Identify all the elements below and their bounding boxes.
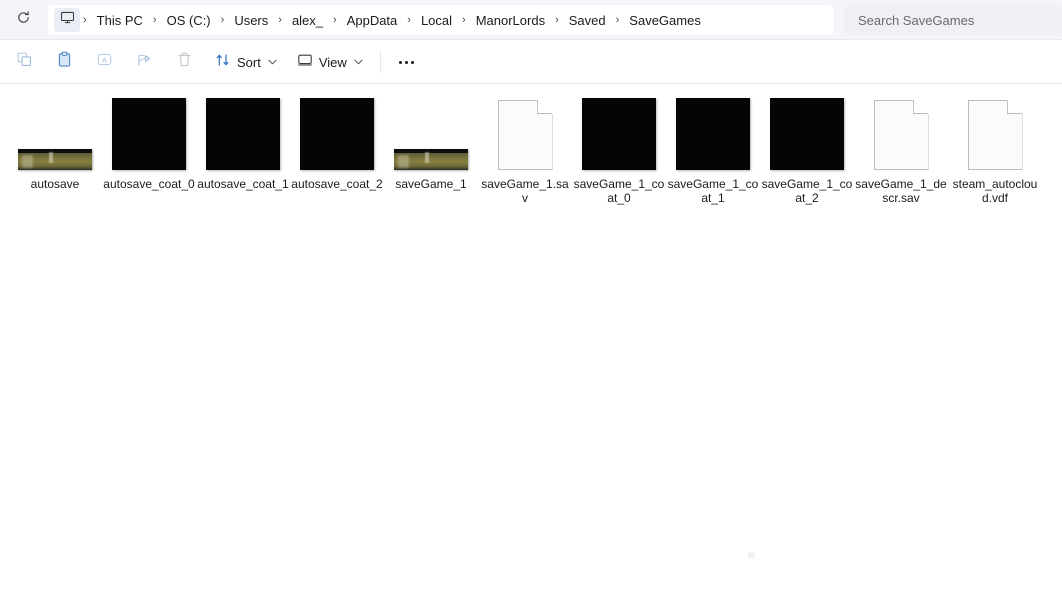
file-name-label: saveGame_1_coat_2 xyxy=(761,177,853,205)
file-name-label: autosave_coat_1 xyxy=(197,177,289,191)
share-icon xyxy=(136,51,153,73)
address-bar: › This PC › OS (C:) › Users › alex_ › Ap… xyxy=(0,0,1062,40)
search-placeholder: Search SaveGames xyxy=(858,13,974,28)
file-item[interactable]: autosave_coat_0 xyxy=(102,90,196,209)
image-thumbnail xyxy=(112,98,186,170)
view-button[interactable]: View xyxy=(288,46,372,78)
file-name-label: autosave xyxy=(9,177,101,191)
trash-icon xyxy=(176,51,193,73)
image-thumbnail xyxy=(206,98,280,170)
file-name-label: saveGame_1.sav xyxy=(479,177,571,205)
svg-text:A: A xyxy=(102,58,107,65)
breadcrumb-chevron: › xyxy=(275,14,285,26)
breadcrumb-chevron: › xyxy=(218,14,228,26)
file-item[interactable]: autosave_coat_1 xyxy=(196,90,290,209)
breadcrumb-item-manorlords[interactable]: ManorLords xyxy=(469,10,552,31)
file-item[interactable]: saveGame_1_coat_1 xyxy=(666,90,760,209)
image-thumbnail xyxy=(18,149,92,170)
file-grid: autosaveautosave_coat_0autosave_coat_1au… xyxy=(8,90,1062,209)
paste-icon xyxy=(56,51,73,73)
breadcrumb-item-this-pc[interactable]: This PC xyxy=(90,10,150,31)
refresh-button[interactable] xyxy=(6,5,40,35)
breadcrumb-item-savegames[interactable]: SaveGames xyxy=(622,10,708,31)
command-bar: A Sort xyxy=(0,40,1062,84)
breadcrumb-chevron: › xyxy=(552,14,562,26)
sort-arrows-icon xyxy=(215,52,231,73)
file-item[interactable]: saveGame_1 xyxy=(384,90,478,209)
file-item[interactable]: saveGame_1.sav xyxy=(478,90,572,209)
toolbar-separator xyxy=(380,51,381,73)
file-name-label: saveGame_1_descr.sav xyxy=(855,177,947,205)
file-list-area[interactable]: autosaveautosave_coat_0autosave_coat_1au… xyxy=(0,84,1062,597)
document-file-icon xyxy=(968,100,1023,170)
file-name-label: saveGame_1_coat_0 xyxy=(573,177,665,205)
breadcrumb-chevron: › xyxy=(404,14,414,26)
image-thumbnail xyxy=(582,98,656,170)
file-item[interactable]: saveGame_1_descr.sav xyxy=(854,90,948,209)
image-thumbnail xyxy=(300,98,374,170)
chevron-down-icon xyxy=(268,57,277,67)
delete-button[interactable] xyxy=(164,46,204,78)
file-name-label: saveGame_1 xyxy=(385,177,477,191)
document-file-icon xyxy=(498,100,553,170)
more-options-button[interactable] xyxy=(389,46,425,78)
breadcrumb-item-appdata[interactable]: AppData xyxy=(340,10,405,31)
file-item[interactable]: autosave_coat_2 xyxy=(290,90,384,209)
copy-icon xyxy=(16,51,33,73)
chevron-down-icon xyxy=(354,57,363,67)
file-name-label: autosave_coat_0 xyxy=(103,177,195,191)
sort-button[interactable]: Sort xyxy=(206,46,286,78)
file-item[interactable]: steam_autocloud.vdf xyxy=(948,90,1042,209)
breadcrumb-item-local[interactable]: Local xyxy=(414,10,459,31)
view-monitor-icon xyxy=(297,52,313,73)
document-file-icon xyxy=(874,100,929,170)
search-input[interactable]: Search SaveGames xyxy=(844,5,1062,35)
breadcrumb-item-alex[interactable]: alex_ xyxy=(285,10,330,31)
refresh-icon xyxy=(16,10,31,30)
file-name-label: steam_autocloud.vdf xyxy=(949,177,1041,205)
image-thumbnail xyxy=(770,98,844,170)
file-item[interactable]: saveGame_1_coat_0 xyxy=(572,90,666,209)
document-fold xyxy=(913,100,928,114)
breadcrumb-item-users[interactable]: Users xyxy=(227,10,275,31)
breadcrumb-chevron: › xyxy=(613,14,623,26)
file-name-label: autosave_coat_2 xyxy=(291,177,383,191)
cursor-artifact xyxy=(748,552,755,559)
image-thumbnail xyxy=(676,98,750,170)
file-name-label: saveGame_1_coat_1 xyxy=(667,177,759,205)
rename-icon: A xyxy=(96,51,113,73)
document-fold xyxy=(1007,100,1022,114)
share-button[interactable] xyxy=(124,46,164,78)
rename-button[interactable]: A xyxy=(84,46,124,78)
document-fold xyxy=(537,100,552,114)
file-item[interactable]: saveGame_1_coat_2 xyxy=(760,90,854,209)
image-thumbnail xyxy=(394,149,468,170)
breadcrumb-item-saved[interactable]: Saved xyxy=(562,10,613,31)
this-pc-button[interactable] xyxy=(54,8,80,32)
breadcrumb-chevron: › xyxy=(459,14,469,26)
view-label: View xyxy=(319,55,347,70)
breadcrumb-chevron: › xyxy=(330,14,340,26)
monitor-icon xyxy=(60,10,75,30)
breadcrumb[interactable]: › This PC › OS (C:) › Users › alex_ › Ap… xyxy=(48,5,834,35)
copy-button[interactable] xyxy=(4,46,44,78)
file-item[interactable]: autosave xyxy=(8,90,102,209)
breadcrumb-item-os-c[interactable]: OS (C:) xyxy=(160,10,218,31)
more-options-icon xyxy=(411,61,414,64)
sort-label: Sort xyxy=(237,55,261,70)
more-options-icon xyxy=(405,61,408,64)
breadcrumb-chevron: › xyxy=(150,14,160,26)
more-options-icon xyxy=(399,61,402,64)
paste-button[interactable] xyxy=(44,46,84,78)
breadcrumb-chevron: › xyxy=(80,14,90,26)
